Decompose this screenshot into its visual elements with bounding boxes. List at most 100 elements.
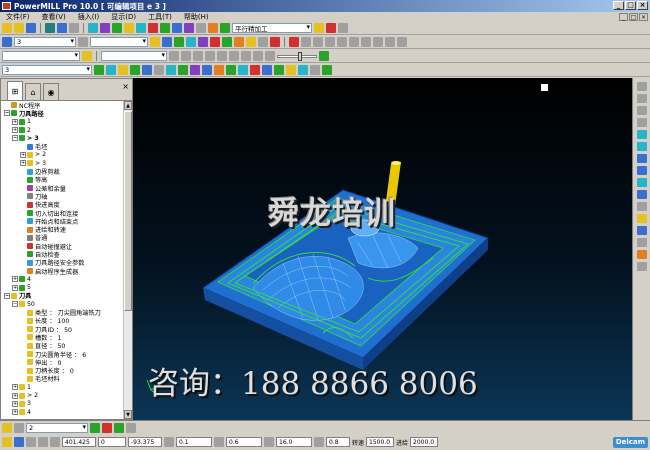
draft-icon[interactable]	[198, 37, 208, 47]
maximize-button[interactable]: □	[625, 1, 636, 10]
rapid-move-icon[interactable]	[100, 23, 110, 33]
simulation-speed-slider[interactable]	[277, 51, 317, 61]
view-combo[interactable]	[90, 37, 148, 47]
tree-expander-icon[interactable]: +	[20, 151, 26, 158]
view-zoom-in-icon[interactable]	[636, 130, 647, 139]
view-box-icon[interactable]	[636, 166, 647, 175]
leads-icon[interactable]	[148, 23, 158, 33]
pan-icon[interactable]	[246, 37, 256, 47]
machine-icon[interactable]	[208, 23, 218, 33]
wire-icon[interactable]	[636, 226, 647, 235]
tree-expander-icon[interactable]: +	[12, 400, 18, 407]
tree-expander-icon[interactable]: +	[12, 127, 18, 134]
iso-1-icon[interactable]	[301, 37, 311, 47]
spindle-field[interactable]: 1500.0	[366, 437, 395, 447]
angle-field[interactable]: 16.0	[276, 437, 312, 447]
view-back-icon[interactable]	[397, 37, 407, 47]
sim-step-forward-icon[interactable]	[205, 51, 215, 61]
tree-expander-icon[interactable]: +	[12, 276, 18, 283]
wireframe-icon[interactable]	[162, 37, 172, 47]
status-grid-icon[interactable]	[14, 423, 24, 433]
view-fit-icon[interactable]	[636, 154, 647, 163]
section-icon[interactable]	[636, 262, 647, 271]
toolpath-sim-combo[interactable]	[101, 51, 167, 61]
feature-display-icon[interactable]	[298, 65, 308, 75]
tree-item[interactable]: 刀尖圆角半径 ： 6	[1, 350, 125, 359]
view-perspective-icon[interactable]	[636, 202, 647, 211]
feeds-icon[interactable]	[136, 23, 146, 33]
tree-item[interactable]: 毛坯	[1, 142, 125, 151]
tree-item[interactable]: − > 3	[1, 134, 125, 142]
tree-item[interactable]: − 刀具	[1, 292, 125, 300]
verify-icon[interactable]	[326, 23, 336, 33]
close-button[interactable]: ×	[637, 1, 648, 10]
rotate-icon[interactable]	[258, 37, 268, 47]
status-snap-icon[interactable]	[38, 437, 48, 447]
arcs-display-icon[interactable]	[214, 65, 224, 75]
rapids-icon[interactable]	[106, 65, 116, 75]
status-combo[interactable]: 2	[26, 423, 88, 433]
tree-item[interactable]: 进给和转速	[1, 225, 125, 234]
tolerance-icon[interactable]	[164, 437, 174, 447]
explorer-close-icon[interactable]: ×	[122, 82, 129, 91]
boundary-display-icon[interactable]	[262, 65, 272, 75]
coord-y-field[interactable]: 0	[98, 437, 126, 447]
tree-item[interactable]: 刀柄长度 ： 0	[1, 367, 125, 375]
thickness-icon[interactable]	[314, 437, 324, 447]
leads-display-icon[interactable]	[142, 65, 152, 75]
view-front-icon[interactable]	[361, 37, 371, 47]
thickness-field[interactable]: 0.8	[326, 437, 350, 447]
view-y-icon[interactable]	[636, 106, 647, 115]
sim-speed-icon[interactable]	[265, 51, 275, 61]
tree-item[interactable]: 刀轴	[1, 192, 125, 201]
tree-expander-icon[interactable]: +	[12, 118, 18, 125]
scroll-down-button[interactable]: ▼	[124, 410, 132, 419]
status-tool-2-icon[interactable]	[2, 437, 12, 447]
sim-loop-icon[interactable]	[253, 51, 263, 61]
shade-icon[interactable]	[636, 214, 647, 223]
simulation-icon[interactable]	[314, 23, 324, 33]
app-icon[interactable]	[2, 2, 11, 10]
record-icon[interactable]	[289, 37, 299, 47]
view-x-icon[interactable]	[636, 94, 647, 103]
mdi-close-button[interactable]: ×	[639, 13, 648, 21]
sim-step-back-icon[interactable]	[193, 51, 203, 61]
mdi-minimize-button[interactable]: _	[619, 13, 628, 21]
status-undo-icon[interactable]	[50, 437, 60, 447]
sim-end-icon[interactable]	[217, 51, 227, 61]
combo-arrow-icon[interactable]	[78, 37, 88, 47]
undercut-icon[interactable]	[210, 37, 220, 47]
menu-help[interactable]: 帮助(H)	[178, 12, 215, 22]
model-display-icon[interactable]	[322, 65, 332, 75]
view-prev-icon[interactable]	[636, 178, 647, 187]
tool-icon[interactable]	[124, 23, 134, 33]
view-spin-icon[interactable]	[636, 190, 647, 199]
tree-expander-icon[interactable]: +	[12, 384, 18, 391]
tree-expander-icon[interactable]: −	[4, 110, 10, 117]
tree-expander-icon[interactable]: +	[12, 284, 18, 291]
shading-icon[interactable]	[150, 37, 160, 47]
tab-tool-database[interactable]: ◉	[43, 83, 59, 100]
print-icon[interactable]	[57, 23, 67, 33]
tree-item[interactable]: +4	[1, 408, 125, 416]
stepover-field[interactable]: 0.6	[226, 437, 262, 447]
block-icon[interactable]	[88, 23, 98, 33]
sim-stop-icon[interactable]	[241, 51, 251, 61]
toolpath-list-icon[interactable]	[94, 65, 104, 75]
view-bottom-icon[interactable]	[385, 37, 395, 47]
surface-display-icon[interactable]	[238, 65, 248, 75]
status-tool-icon[interactable]	[2, 423, 12, 433]
strategy-selector-icon[interactable]	[220, 23, 230, 33]
patterns-icon[interactable]	[184, 23, 194, 33]
tree-expander-icon[interactable]: +	[20, 160, 26, 167]
options-icon[interactable]	[338, 23, 348, 33]
tool-display-icon[interactable]	[118, 65, 128, 75]
iso-4-icon[interactable]	[337, 37, 347, 47]
cut-moves-icon[interactable]	[130, 65, 140, 75]
zoom-icon[interactable]	[234, 37, 244, 47]
scroll-up-button[interactable]: ▲	[124, 101, 132, 110]
tree-item[interactable]: +2	[1, 126, 125, 134]
iso-3-icon[interactable]	[325, 37, 335, 47]
menu-display[interactable]: 显示(D)	[105, 12, 142, 22]
tree-expander-icon[interactable]: −	[12, 301, 18, 308]
